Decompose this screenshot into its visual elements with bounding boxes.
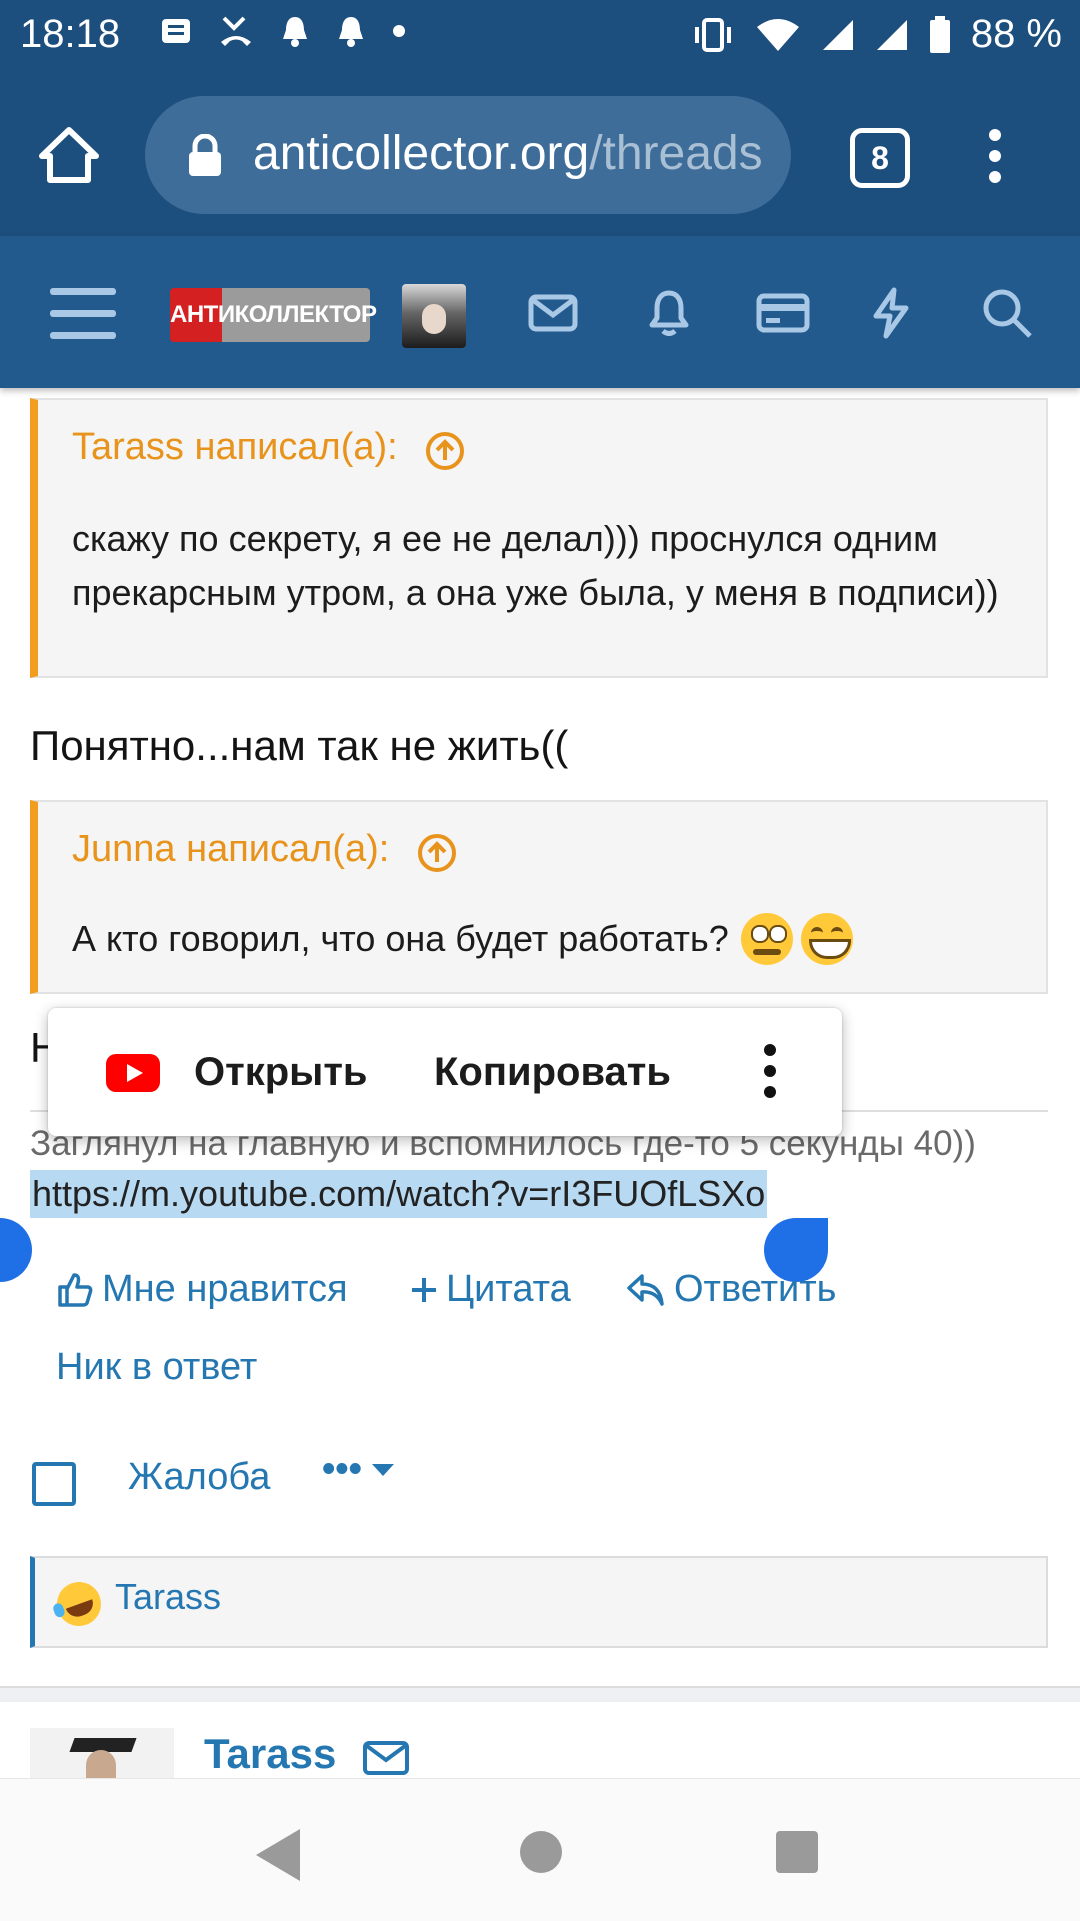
menu-icon[interactable] (50, 288, 116, 340)
youtube-icon (106, 1054, 160, 1092)
notification-icon (162, 19, 190, 43)
thumbs-up-icon (58, 1272, 93, 1307)
reply-button[interactable]: Ответить (626, 1268, 836, 1311)
quote-block: Tarass написал(а): скажу по секрету, я е… (30, 398, 1048, 678)
caret-down-icon (371, 1463, 394, 1476)
lightning-icon[interactable] (864, 286, 918, 340)
tab-switcher-button[interactable]: 8 (850, 128, 910, 188)
reactions-bar[interactable]: Tarass (30, 1556, 1048, 1648)
back-icon[interactable] (256, 1829, 300, 1881)
like-button[interactable]: Мне нравится (56, 1268, 348, 1311)
bell-icon (339, 17, 363, 47)
reply-label: Ответить (674, 1268, 837, 1310)
wifi-icon (756, 18, 799, 51)
dot-icon (393, 25, 405, 37)
status-system-icons: 88 % (691, 12, 1062, 57)
status-notification-icons (160, 14, 406, 48)
nick-reply-label: Ник в ответ (56, 1346, 258, 1388)
more-dots: ••• (322, 1448, 362, 1490)
search-icon[interactable] (980, 286, 1034, 340)
more-options-button[interactable]: ••• (322, 1448, 396, 1491)
quote-text: А кто говорил, что она будет работать? (72, 918, 729, 959)
selection-handle-start[interactable] (0, 1218, 32, 1282)
signal-icon (822, 19, 853, 50)
status-time: 18:18 (20, 12, 121, 56)
bell-icon (283, 17, 307, 47)
recents-icon[interactable] (776, 1831, 818, 1873)
link-context-popup: Открыть Копировать (48, 1008, 842, 1136)
post-text: Понятно...нам так не жить(( (30, 722, 569, 769)
eye-roll-emoji-icon (740, 913, 793, 965)
address-bar[interactable]: anticollector.org/threads (145, 96, 791, 214)
grin-emoji-icon (800, 913, 853, 965)
battery-percent: 88 % (970, 12, 1062, 56)
system-nav-bar (0, 1778, 1080, 1921)
url-path: /threads (589, 127, 763, 180)
lock-icon (189, 134, 221, 176)
missed-call-icon (221, 16, 251, 46)
battery-icon (929, 15, 950, 53)
report-label: Жалоба (128, 1456, 271, 1498)
report-button[interactable]: Жалоба (128, 1456, 270, 1499)
selected-youtube-link[interactable]: https://m.youtube.com/watch?v=rI3FUOfLSX… (30, 1170, 768, 1218)
quote-text: скажу по секрету, я ее не делал))) просн… (72, 518, 999, 613)
mail-icon[interactable] (362, 1740, 410, 1776)
post-divider (0, 1686, 1080, 1702)
quote-button[interactable]: Цитата (410, 1268, 571, 1311)
site-header: АНТИКОЛЛЕКТОР (0, 236, 1080, 388)
url-text[interactable]: anticollector.org/threads (253, 126, 768, 181)
quote-label: Цитата (446, 1268, 571, 1310)
open-button[interactable]: Открыть (194, 1050, 368, 1095)
more-vert-icon[interactable] (764, 1044, 778, 1104)
site-logo[interactable]: АНТИКОЛЛЕКТОР (170, 288, 377, 342)
plus-icon (412, 1277, 436, 1302)
bell-icon[interactable] (642, 286, 696, 340)
status-bar: 18:18 88 % (0, 0, 1080, 74)
copy-button[interactable]: Копировать (434, 1050, 671, 1095)
nick-reply-button[interactable]: Ник в ответ (56, 1346, 257, 1389)
more-vert-icon[interactable] (980, 126, 1010, 186)
card-icon[interactable] (756, 286, 810, 340)
select-post-checkbox[interactable] (32, 1462, 76, 1506)
reply-arrow-icon (627, 1273, 664, 1306)
url-domain: anticollector.org (253, 127, 590, 180)
quote-block: Junna написал(а): А кто говорил, что она… (30, 800, 1048, 994)
next-post-author[interactable]: Tarass (204, 1730, 336, 1778)
arrow-up-circle-icon[interactable] (424, 430, 466, 472)
user-avatar[interactable] (402, 284, 466, 348)
next-post-avatar[interactable] (30, 1728, 174, 1778)
home-circle-icon[interactable] (520, 1831, 562, 1873)
arrow-up-circle-icon[interactable] (416, 832, 458, 874)
home-icon[interactable] (38, 124, 100, 186)
like-label: Мне нравится (102, 1268, 348, 1310)
mail-icon[interactable] (526, 286, 580, 340)
browser-toolbar: anticollector.org/threads 8 (0, 74, 1080, 236)
quote-author[interactable]: Tarass написал(а): (72, 426, 398, 469)
reaction-user[interactable]: Tarass (115, 1576, 221, 1618)
signal-icon (876, 19, 907, 50)
vibrate-icon (694, 17, 731, 52)
laughing-emoji-icon (50, 1575, 108, 1633)
quote-author[interactable]: Junna написал(а): (72, 828, 389, 871)
